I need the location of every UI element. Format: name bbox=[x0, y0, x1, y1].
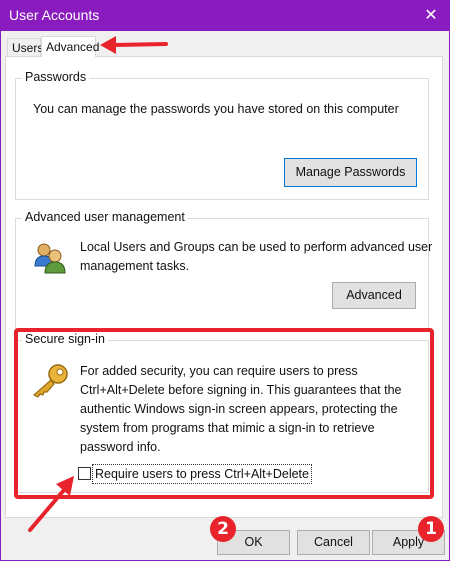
cancel-button[interactable]: Cancel bbox=[297, 530, 370, 555]
step-badge-ok: 2 bbox=[210, 516, 236, 542]
arrow-to-checkbox-icon bbox=[28, 476, 74, 532]
tab-advanced[interactable]: Advanced bbox=[41, 36, 99, 57]
step-badge-apply: 1 bbox=[418, 516, 444, 542]
